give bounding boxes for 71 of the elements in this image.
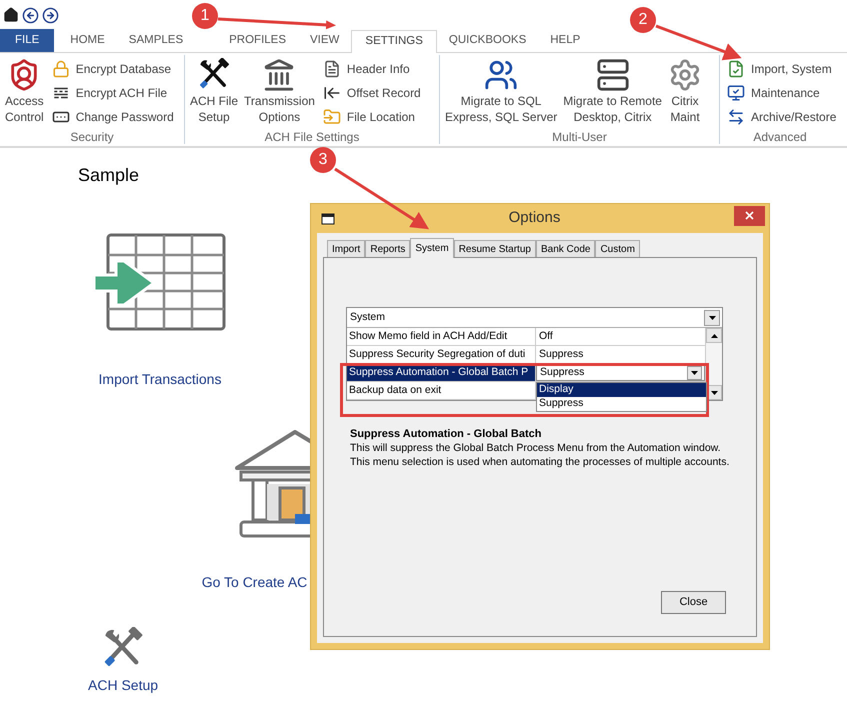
dropdown-option[interactable]: Suppress bbox=[537, 397, 706, 411]
document-check-icon bbox=[727, 60, 745, 78]
description-text: This will suppress the Global Batch Process Menu from the Automation window. bbox=[350, 441, 722, 455]
ribbon-button[interactable]: ACH File Setup bbox=[190, 58, 238, 130]
dialog-tab[interactable]: Reports bbox=[365, 240, 410, 257]
setting-name[interactable]: Suppress Security Segregation of duti bbox=[347, 346, 536, 363]
callout-badge: 3 bbox=[310, 147, 336, 173]
description-heading: Suppress Automation - Global Batch bbox=[350, 427, 542, 441]
ribbon-button[interactable]: File Location bbox=[322, 106, 421, 127]
dialog-tab[interactable]: Resume Startup bbox=[454, 240, 536, 257]
lock-icon bbox=[52, 60, 70, 78]
close-button[interactable] bbox=[734, 206, 765, 226]
ribbon-tab[interactable]: SAMPLES bbox=[116, 30, 196, 52]
ribbon-button[interactable]: Encrypt Database bbox=[52, 58, 174, 79]
tile-button[interactable]: Import Transactions bbox=[94, 233, 226, 390]
group-label: ACH File Settings bbox=[264, 130, 360, 144]
ribbon-button[interactable]: Change Password bbox=[52, 106, 174, 127]
dialog-tab[interactable]: System bbox=[410, 238, 454, 258]
category-combobox[interactable]: System bbox=[347, 308, 722, 328]
caret-icon bbox=[691, 370, 698, 374]
setting-name[interactable]: Backup data on exit bbox=[347, 382, 536, 399]
ribbon-button[interactable]: Offset Record bbox=[322, 82, 421, 103]
server-icon bbox=[596, 58, 630, 92]
setting-name[interactable]: Show Memo field in ACH Add/Edit bbox=[347, 328, 536, 345]
ribbon-button[interactable]: Archive/Restore bbox=[727, 106, 836, 127]
monitor-check-icon bbox=[727, 84, 745, 102]
ribbon-button[interactable]: Citrix Maint bbox=[668, 58, 702, 130]
group-label: Advanced bbox=[752, 130, 808, 144]
callout-badge: 1 bbox=[192, 3, 218, 29]
ribbon-tab[interactable]: HELP bbox=[538, 30, 592, 52]
folder-icon bbox=[322, 108, 341, 126]
setting-value: Suppress bbox=[538, 346, 584, 362]
ribbon-tab[interactable]: VIEW bbox=[298, 30, 352, 52]
dropdown-option[interactable]: Display bbox=[537, 383, 706, 397]
caret-icon bbox=[708, 316, 716, 320]
dialog-tab[interactable]: Import bbox=[327, 240, 366, 257]
ribbon-tab[interactable]: FILE bbox=[0, 29, 54, 52]
ribbon-tab[interactable]: SETTINGS bbox=[351, 30, 437, 53]
document-icon bbox=[322, 60, 341, 78]
tile-button[interactable]: ACH Setup bbox=[88, 627, 158, 696]
dialog-tab[interactable]: Bank Code bbox=[536, 240, 596, 257]
callout-badge: 2 bbox=[630, 7, 656, 33]
people-icon bbox=[484, 58, 518, 92]
group-label: Security bbox=[69, 130, 115, 144]
window-icon bbox=[321, 212, 335, 224]
ribbon-button[interactable]: Encrypt ACH File bbox=[52, 82, 174, 103]
setting-value: Off bbox=[538, 328, 553, 344]
ribbon-tab[interactable]: PROFILES bbox=[217, 30, 298, 52]
dialog-title: Options bbox=[508, 208, 562, 228]
ribbon-button[interactable]: Access Control bbox=[5, 58, 44, 130]
forward-icon[interactable] bbox=[42, 6, 59, 24]
ribbon-button[interactable]: Import, System bbox=[727, 58, 836, 79]
ribbon-button[interactable]: Migrate to SQL Express, SQL Server bbox=[445, 58, 558, 130]
arrows-icon bbox=[727, 108, 745, 126]
arrow-down-icon bbox=[710, 390, 718, 394]
close-icon bbox=[745, 211, 754, 220]
table-arrow-icon bbox=[94, 233, 226, 331]
page-title: Sample bbox=[78, 164, 140, 187]
ribbon-tab[interactable]: HOME bbox=[58, 30, 117, 52]
ribbon-button[interactable]: Migrate to Remote Desktop, Citrix bbox=[563, 58, 662, 130]
group-label: Multi-User bbox=[551, 130, 608, 144]
ribbon-tab[interactable]: QUICKBOOKS bbox=[436, 30, 538, 52]
close-dialog-button[interactable]: Close bbox=[661, 591, 726, 614]
ribbon-button[interactable]: Header Info bbox=[322, 58, 421, 79]
back-icon[interactable] bbox=[22, 6, 39, 24]
description-text: This menu selection is used when automating the processes of multiple accounts. bbox=[350, 455, 730, 469]
arrow-up-icon bbox=[710, 334, 718, 338]
home-icon[interactable] bbox=[3, 7, 19, 23]
dialog-tab[interactable]: Custom bbox=[595, 240, 640, 257]
ribbon-button[interactable]: Transmission Options bbox=[244, 58, 315, 130]
ribbon-button[interactable]: Maintenance bbox=[727, 82, 836, 103]
